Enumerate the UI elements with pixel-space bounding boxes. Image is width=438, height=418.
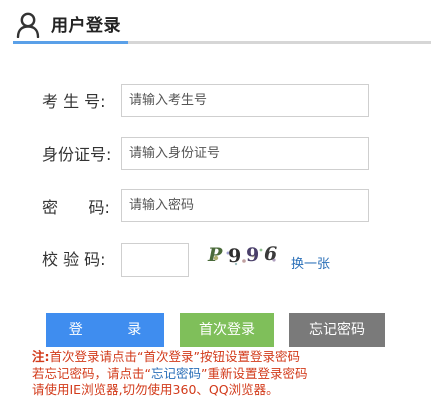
note-text: 请使用IE浏览器,切勿使用360、QQ浏览器。 [32, 382, 279, 397]
login-button[interactable]: 登 录 [46, 313, 164, 347]
forgot-password-note-link[interactable]: 忘记密码 [151, 366, 201, 381]
captcha-char: P [208, 244, 223, 266]
login-header: 用户登录 [0, 0, 438, 46]
captcha-char: 9 [246, 244, 260, 266]
password-label: 密 码: [42, 198, 110, 217]
note-line-1: 注:首次登录请点击“首次登录”按钮设置登录密码 [32, 349, 307, 366]
password-input[interactable] [121, 189, 369, 222]
captcha-label: 校 验 码: [42, 250, 106, 269]
exam-id-label: 考 生 号: [42, 92, 106, 111]
login-notes: 注:首次登录请点击“首次登录”按钮设置登录密码 若忘记密码，请点击“忘记密码”重… [32, 349, 307, 399]
captcha-char: 9 [228, 245, 242, 267]
page-title: 用户登录 [51, 16, 121, 36]
note-text: 首次登录请点击“首次登录”按钮设置登录密码 [49, 349, 300, 364]
first-login-button[interactable]: 首次登录 [180, 313, 274, 347]
id-card-label: 身份证号: [42, 145, 112, 164]
refresh-captcha-link[interactable]: 换一张 [291, 253, 330, 272]
note-line-2: 若忘记密码，请点击“忘记密码”重新设置登录密码 [32, 366, 307, 383]
note-prefix: 注: [32, 349, 50, 364]
note-text: 若忘记密码，请点击“ [32, 365, 151, 381]
captcha-char: 6 [264, 243, 278, 265]
note-text: ”重新设置登录密码 [201, 365, 308, 381]
id-card-input[interactable] [121, 137, 369, 170]
captcha-input[interactable] [121, 243, 189, 277]
exam-id-input[interactable] [121, 84, 369, 117]
note-line-3: 请使用IE浏览器,切勿使用360、QQ浏览器。 [32, 382, 307, 399]
user-icon [16, 12, 40, 38]
forgot-password-button[interactable]: 忘记密码 [289, 313, 385, 347]
header-accent-bar [13, 41, 128, 44]
captcha-image[interactable]: P 9 9 6 [206, 243, 282, 268]
